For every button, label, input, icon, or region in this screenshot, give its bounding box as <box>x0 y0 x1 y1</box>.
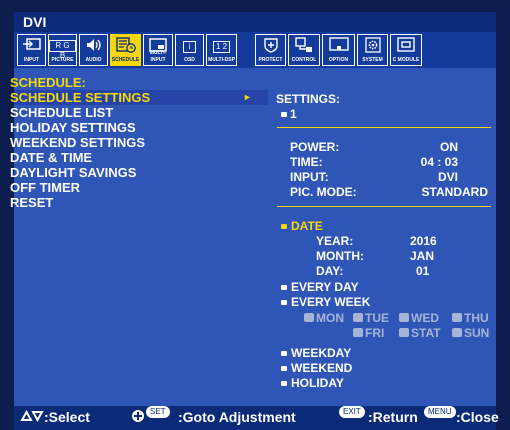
bullet-icon <box>281 381 287 386</box>
menu-item-weekend-settings[interactable]: WEEKEND SETTINGS <box>10 135 145 150</box>
pic-mode-label: PIC. MODE: <box>290 185 357 199</box>
time-label: TIME: <box>290 155 323 169</box>
checkbox-icon <box>452 328 462 337</box>
every-day-option[interactable]: EVERY DAY <box>291 280 359 294</box>
tab-osd[interactable]: i OSD <box>175 34 204 66</box>
audio-icon <box>80 37 107 55</box>
time-value[interactable]: 04 : 03 <box>400 155 458 169</box>
select-hint: :Select <box>44 409 90 425</box>
tab-system[interactable]: SYSTEM <box>357 34 388 66</box>
tab-schedule[interactable]: SCHEDULE <box>110 34 141 66</box>
osd-window: DVI INPUT R G B PICTURE AUDIO SCHEDULE M… <box>0 0 510 430</box>
c-module-icon <box>391 37 421 55</box>
goto-hint: :Goto Adjustment <box>178 409 296 425</box>
bullet-icon <box>281 285 287 290</box>
day-label: DAY: <box>316 264 344 278</box>
input-icon <box>18 37 45 55</box>
settings-heading: SETTINGS: <box>276 92 341 106</box>
day-wednesday[interactable]: WED <box>411 311 439 325</box>
year-label: YEAR: <box>316 234 354 248</box>
bullet-icon <box>281 112 287 117</box>
year-value[interactable]: 2016 <box>410 234 437 248</box>
checkbox-icon <box>353 313 363 322</box>
protect-icon <box>256 37 285 55</box>
checkbox-icon <box>353 328 363 337</box>
option-icon <box>323 37 354 55</box>
tab-picture[interactable]: R G B PICTURE <box>48 34 77 66</box>
weekday-option[interactable]: WEEKDAY <box>291 346 351 360</box>
picture-icon: R G B <box>49 37 76 60</box>
schedule-number[interactable]: 1 <box>290 107 297 121</box>
schedule-icon <box>111 37 140 55</box>
menu-heading: SCHEDULE: <box>10 75 86 90</box>
system-icon <box>358 37 387 55</box>
selected-bullet-icon <box>281 224 287 229</box>
tab-control[interactable]: CONTROL <box>288 34 320 66</box>
day-friday[interactable]: FRI <box>365 326 384 340</box>
every-week-option[interactable]: EVERY WEEK <box>291 295 370 309</box>
divider <box>277 206 491 207</box>
checkbox-icon <box>452 313 462 322</box>
day-tuesday[interactable]: TUE <box>365 311 389 325</box>
pic-mode-value[interactable]: STANDARD <box>400 185 488 199</box>
divider <box>277 127 491 128</box>
osd-icon: i <box>176 37 203 55</box>
menu-item-holiday-settings[interactable]: HOLIDAY SETTINGS <box>10 120 136 135</box>
menu-item-off-timer[interactable]: OFF TIMER <box>10 180 80 195</box>
day-value[interactable]: 01 <box>416 264 429 278</box>
date-option[interactable]: DATE <box>291 219 323 233</box>
day-thursday[interactable]: THU <box>464 311 489 325</box>
menu-item-date-time[interactable]: DATE & TIME <box>10 150 92 165</box>
checkbox-icon <box>304 313 314 322</box>
power-label: POWER: <box>290 140 340 154</box>
close-hint: :Close <box>456 409 499 425</box>
menu-tab-bar: INPUT R G B PICTURE AUDIO SCHEDULE MULTI… <box>14 32 496 68</box>
bullet-icon <box>281 351 287 356</box>
plus-key-icon <box>131 406 145 428</box>
tab-multi-dsp[interactable]: 1 2 MULTI-DSP <box>206 34 237 66</box>
holiday-option[interactable]: HOLIDAY <box>291 376 344 390</box>
return-hint: :Return <box>368 409 418 425</box>
title-bar: DVI <box>14 12 496 32</box>
input-title: DVI <box>23 14 47 30</box>
menu-item-schedule-list[interactable]: SCHEDULE LIST <box>10 105 113 120</box>
day-sunday[interactable]: SUN <box>464 326 489 340</box>
control-icon <box>289 37 319 55</box>
month-value[interactable]: JAN <box>410 249 434 263</box>
up-down-icon <box>20 406 44 428</box>
input-label: INPUT: <box>290 170 329 184</box>
tab-multi-input[interactable]: MULTI-INPUT <box>143 34 173 66</box>
menu-item-reset[interactable]: RESET <box>10 195 53 210</box>
tab-c-module[interactable]: C MODULE <box>390 34 422 66</box>
month-label: MONTH: <box>316 249 364 263</box>
submenu-arrow-icon: ► <box>243 92 252 102</box>
tab-option[interactable]: OPTION <box>322 34 355 66</box>
menu-item-schedule-settings[interactable]: SCHEDULE SETTINGS <box>10 90 150 105</box>
menu-item-daylight-savings[interactable]: DAYLIGHT SAVINGS <box>10 165 136 180</box>
button-guide-bar: :Select SET :Goto Adjustment EXIT :Retur… <box>14 406 499 430</box>
power-value[interactable]: ON <box>400 140 458 154</box>
day-monday[interactable]: MON <box>316 311 344 325</box>
tab-audio[interactable]: AUDIO <box>79 34 108 66</box>
checkbox-icon <box>399 313 409 322</box>
day-saturday[interactable]: STAT <box>411 326 441 340</box>
weekend-option[interactable]: WEEKEND <box>291 361 352 375</box>
input-value[interactable]: DVI <box>400 170 458 184</box>
bullet-icon <box>281 366 287 371</box>
bullet-icon <box>281 300 287 305</box>
tab-input[interactable]: INPUT <box>17 34 46 66</box>
checkbox-icon <box>399 328 409 337</box>
multi-dsp-icon: 1 2 <box>207 37 236 55</box>
tab-protect[interactable]: PROTECT <box>255 34 286 66</box>
